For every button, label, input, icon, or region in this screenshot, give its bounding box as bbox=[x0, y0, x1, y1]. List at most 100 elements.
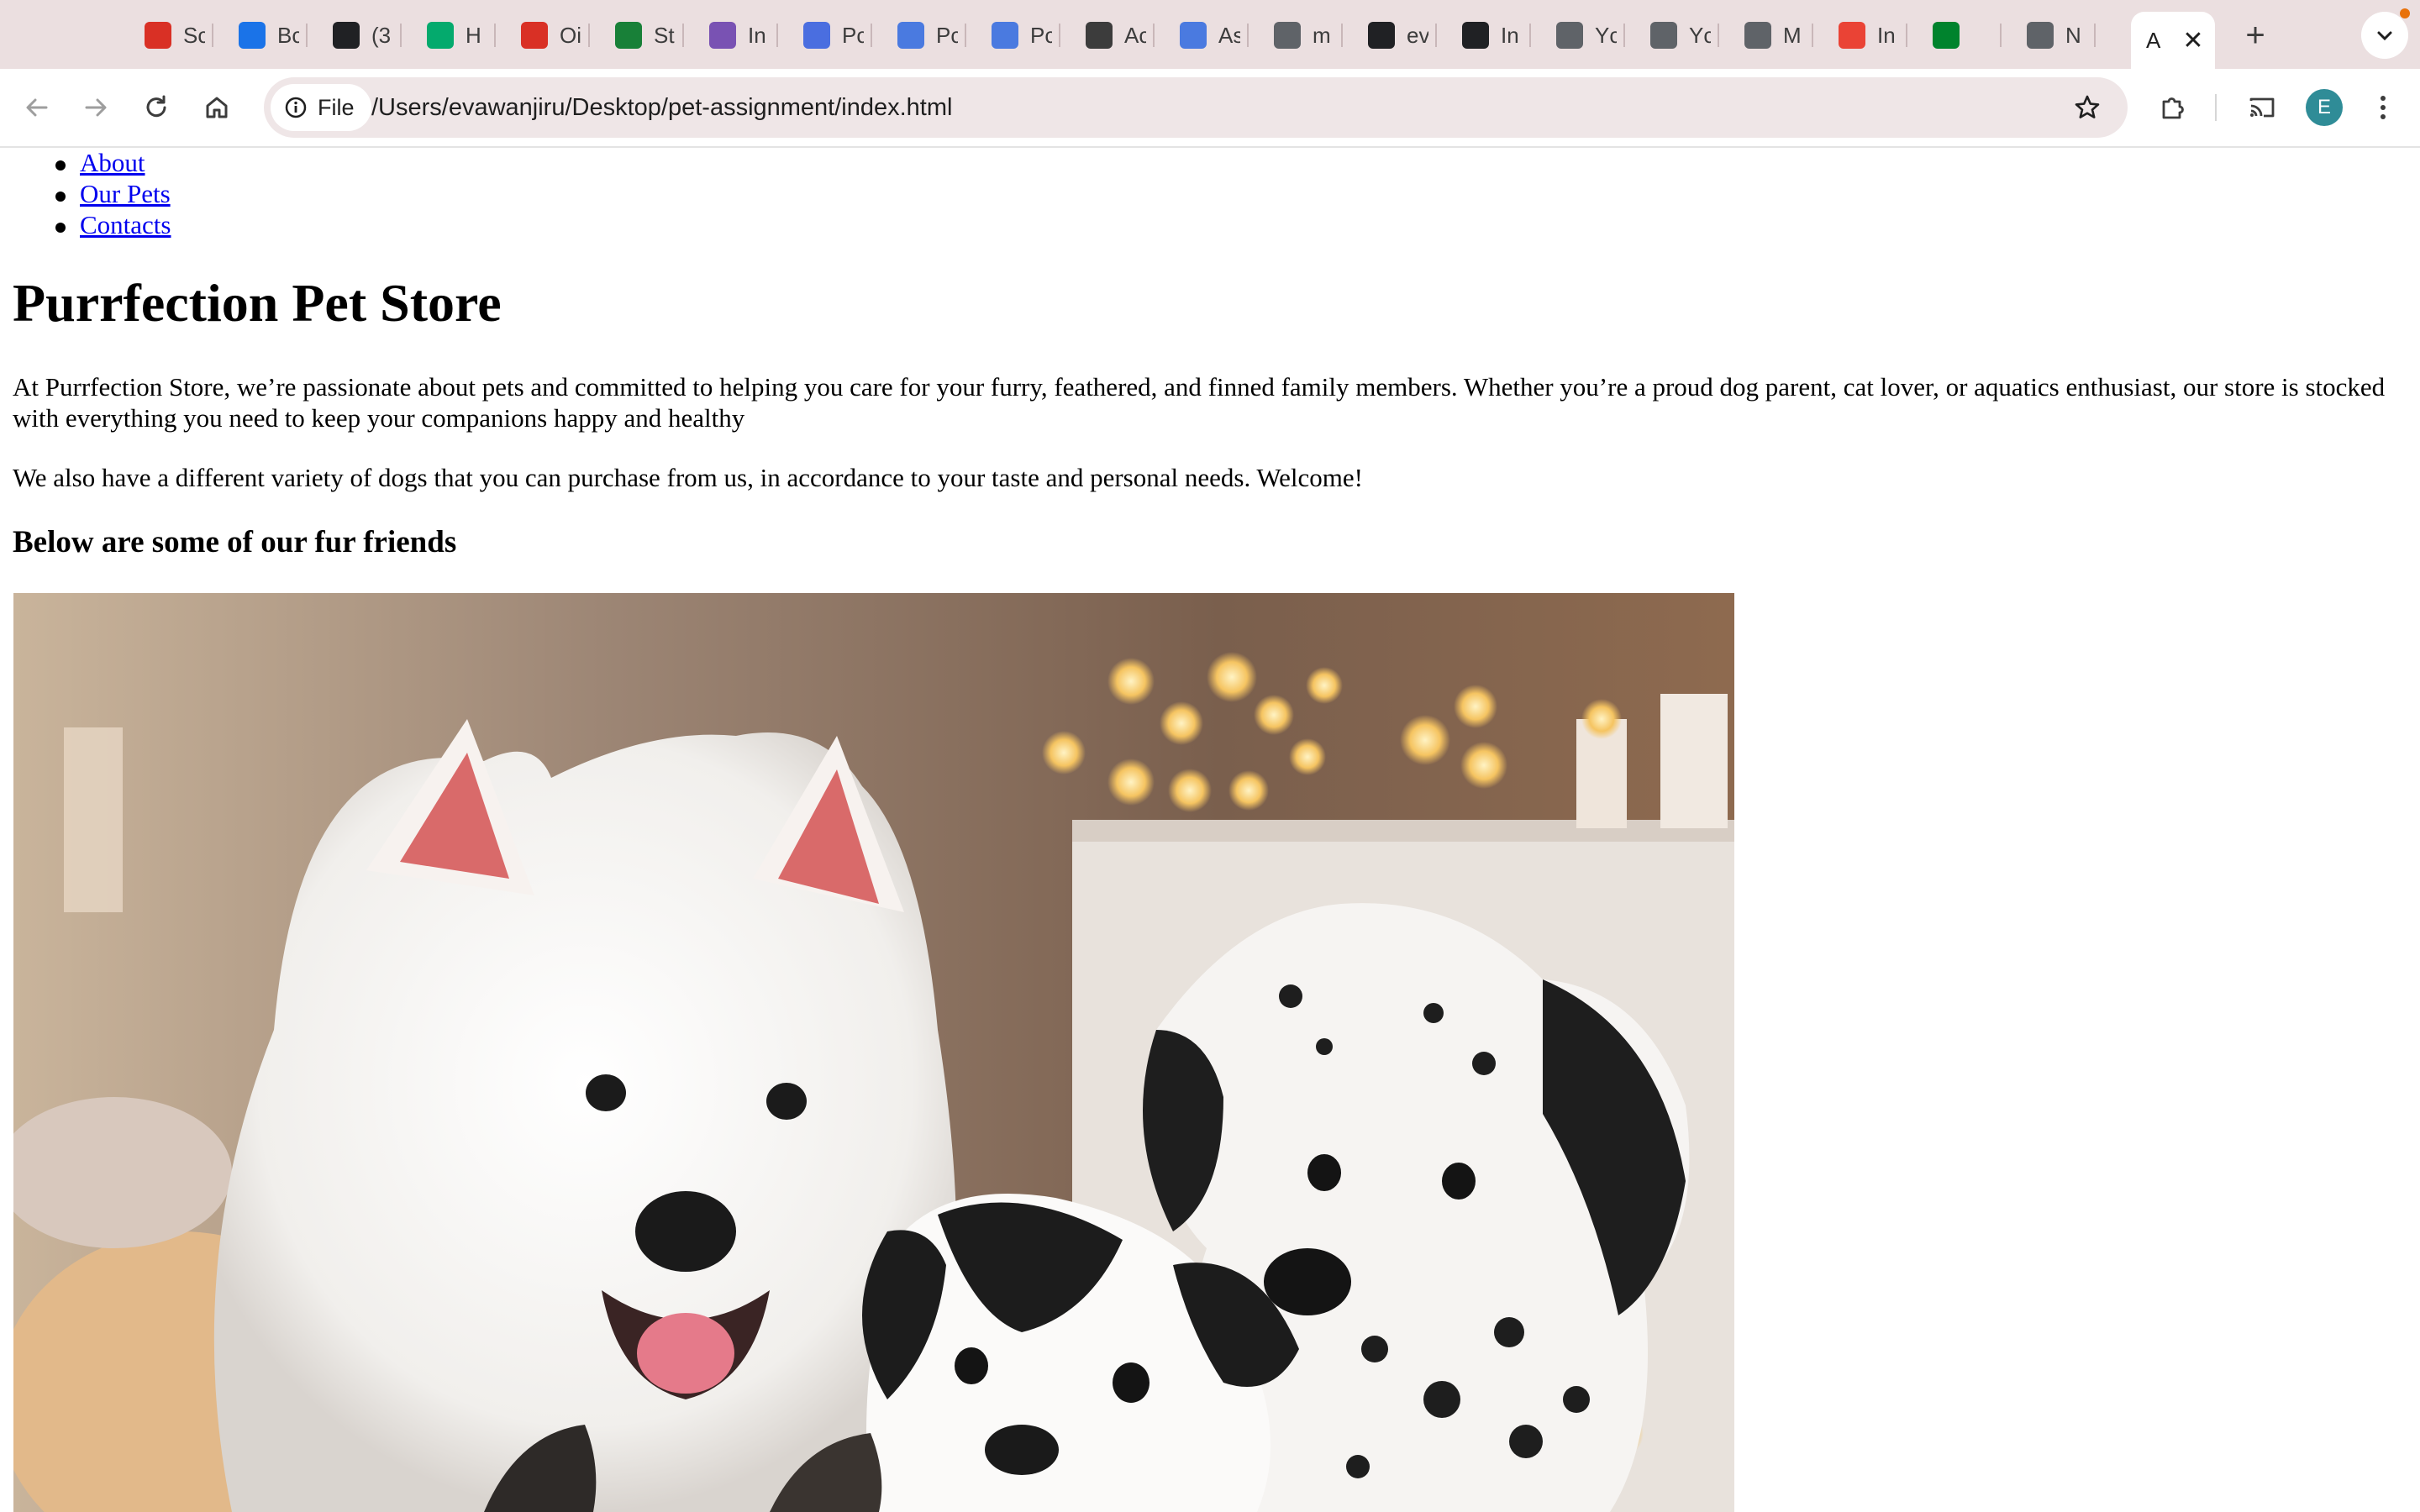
dogs-illustration bbox=[13, 593, 1734, 1512]
tab-5[interactable]: Oi bbox=[521, 15, 590, 55]
tab-separator bbox=[1718, 24, 1719, 47]
tab-16[interactable]: Yc bbox=[1556, 15, 1625, 55]
toolbar-divider bbox=[2215, 94, 2217, 121]
profile-avatar[interactable]: E bbox=[2306, 89, 2343, 126]
tab-19[interactable]: In bbox=[1839, 15, 1907, 55]
forward-button[interactable] bbox=[72, 84, 119, 131]
menu-button[interactable] bbox=[2360, 84, 2407, 131]
github-icon bbox=[1368, 22, 1395, 49]
tab-14[interactable]: ev bbox=[1368, 15, 1437, 55]
bullet-icon bbox=[55, 192, 66, 202]
chevron-down-icon bbox=[2377, 31, 2392, 41]
close-tab-icon[interactable]: ✕ bbox=[2182, 26, 2203, 55]
nav-link-contacts[interactable]: Contacts bbox=[80, 210, 171, 240]
tab-separator bbox=[1341, 24, 1343, 47]
tab-title: Pc bbox=[936, 22, 958, 48]
tab-separator bbox=[1906, 24, 1907, 47]
cast-button[interactable] bbox=[2238, 84, 2286, 131]
bullet-icon bbox=[55, 223, 66, 233]
ring-icon bbox=[521, 22, 548, 49]
tab-title: Bc bbox=[277, 22, 299, 48]
tab-separator bbox=[1529, 24, 1531, 47]
tab-21[interactable]: N bbox=[2027, 15, 2096, 55]
tab-3[interactable]: (3 bbox=[333, 15, 402, 55]
tab-separator bbox=[588, 24, 590, 47]
nav-link-our-pets[interactable]: Our Pets bbox=[80, 179, 171, 209]
recording-indicator-icon bbox=[2400, 8, 2410, 18]
globe-icon bbox=[1556, 22, 1583, 49]
tab-title: In bbox=[748, 22, 766, 48]
tab-separator bbox=[776, 24, 778, 47]
pets-photo bbox=[13, 593, 1734, 1512]
arrow-right-icon bbox=[85, 98, 107, 117]
kebab-menu-icon bbox=[2381, 96, 2386, 119]
active-tab-title: A bbox=[2146, 27, 2161, 53]
tab-separator bbox=[2094, 24, 2096, 47]
tab-title: ev bbox=[1407, 22, 1428, 48]
tab-7[interactable]: In bbox=[709, 15, 778, 55]
address-bar[interactable]: File /Users/evawanjiru/Desktop/pet-assig… bbox=[264, 77, 2128, 138]
tab-separator bbox=[871, 24, 872, 47]
docs-icon bbox=[897, 22, 924, 49]
tab-search-button[interactable] bbox=[2361, 12, 2408, 59]
code-icon bbox=[145, 22, 171, 49]
web-page: About Our Pets Contacts Purrfection Pet … bbox=[0, 148, 2420, 1512]
reload-button[interactable] bbox=[133, 84, 180, 131]
tab-15[interactable]: In bbox=[1462, 15, 1531, 55]
tab-10[interactable]: Pc bbox=[992, 15, 1060, 55]
openai-icon bbox=[1462, 22, 1489, 49]
tab-separator bbox=[1153, 24, 1155, 47]
puzzle-icon bbox=[2162, 97, 2184, 119]
tab-separator bbox=[306, 24, 308, 47]
reload-icon bbox=[146, 95, 166, 118]
tab-separator bbox=[494, 24, 496, 47]
tab-20[interactable] bbox=[1933, 15, 2002, 55]
docs-icon bbox=[992, 22, 1018, 49]
new-tab-button[interactable]: + bbox=[2235, 17, 2275, 54]
home-icon bbox=[206, 97, 228, 118]
contacts-icon bbox=[803, 22, 830, 49]
sheets-plus-icon bbox=[615, 22, 642, 49]
tab-title: Yc bbox=[1689, 22, 1711, 48]
active-tab[interactable]: A ✕ bbox=[2131, 12, 2215, 69]
url-text[interactable]: /Users/evawanjiru/Desktop/pet-assignment… bbox=[371, 77, 952, 138]
tab-8[interactable]: Pc bbox=[803, 15, 872, 55]
tab-13[interactable]: m bbox=[1274, 15, 1343, 55]
star-bookmark-icon bbox=[239, 22, 266, 49]
docs-icon bbox=[1180, 22, 1207, 49]
globe-icon bbox=[1274, 22, 1301, 49]
tab-separator bbox=[1623, 24, 1625, 47]
tab-18[interactable]: M bbox=[1744, 15, 1813, 55]
page-title: Purrfection Pet Store bbox=[13, 273, 502, 333]
nav-link-about[interactable]: About bbox=[80, 148, 145, 178]
back-button[interactable] bbox=[13, 84, 60, 131]
tab-6[interactable]: St bbox=[615, 15, 684, 55]
tab-title: Oi bbox=[560, 22, 581, 48]
tab-title: In bbox=[1501, 22, 1519, 48]
tab-12[interactable]: As bbox=[1180, 15, 1249, 55]
tab-title: m bbox=[1313, 22, 1331, 48]
tab-title: N bbox=[2065, 22, 2081, 48]
bootstrap-icon bbox=[709, 22, 736, 49]
bookmark-button[interactable] bbox=[2065, 86, 2109, 129]
tab-9[interactable]: Pc bbox=[897, 15, 966, 55]
bullet-icon bbox=[55, 160, 66, 171]
site-info-chip[interactable]: File bbox=[271, 84, 371, 131]
tab-17[interactable]: Yc bbox=[1650, 15, 1719, 55]
figure-icon bbox=[1086, 22, 1113, 49]
tab-2[interactable]: Bc bbox=[239, 15, 308, 55]
tab-title: M bbox=[1783, 22, 1802, 48]
globe-icon bbox=[1744, 22, 1771, 49]
variety-paragraph: We also have a different variety of dogs… bbox=[13, 463, 1363, 492]
tab-11[interactable]: Ac bbox=[1086, 15, 1155, 55]
home-button[interactable] bbox=[193, 84, 240, 131]
intro-paragraph: At Purrfection Store, we’re passionate a… bbox=[13, 372, 2386, 433]
chrome-icon bbox=[2027, 22, 2054, 49]
tab-separator bbox=[1059, 24, 1060, 47]
extensions-button[interactable] bbox=[2149, 84, 2196, 131]
tab-4[interactable]: H bbox=[427, 15, 496, 55]
browser-toolbar: File /Users/evawanjiru/Desktop/pet-assig… bbox=[0, 69, 2420, 148]
cast-icon bbox=[2249, 97, 2275, 118]
tab-1[interactable]: Sc bbox=[145, 15, 213, 55]
info-icon bbox=[285, 97, 307, 118]
